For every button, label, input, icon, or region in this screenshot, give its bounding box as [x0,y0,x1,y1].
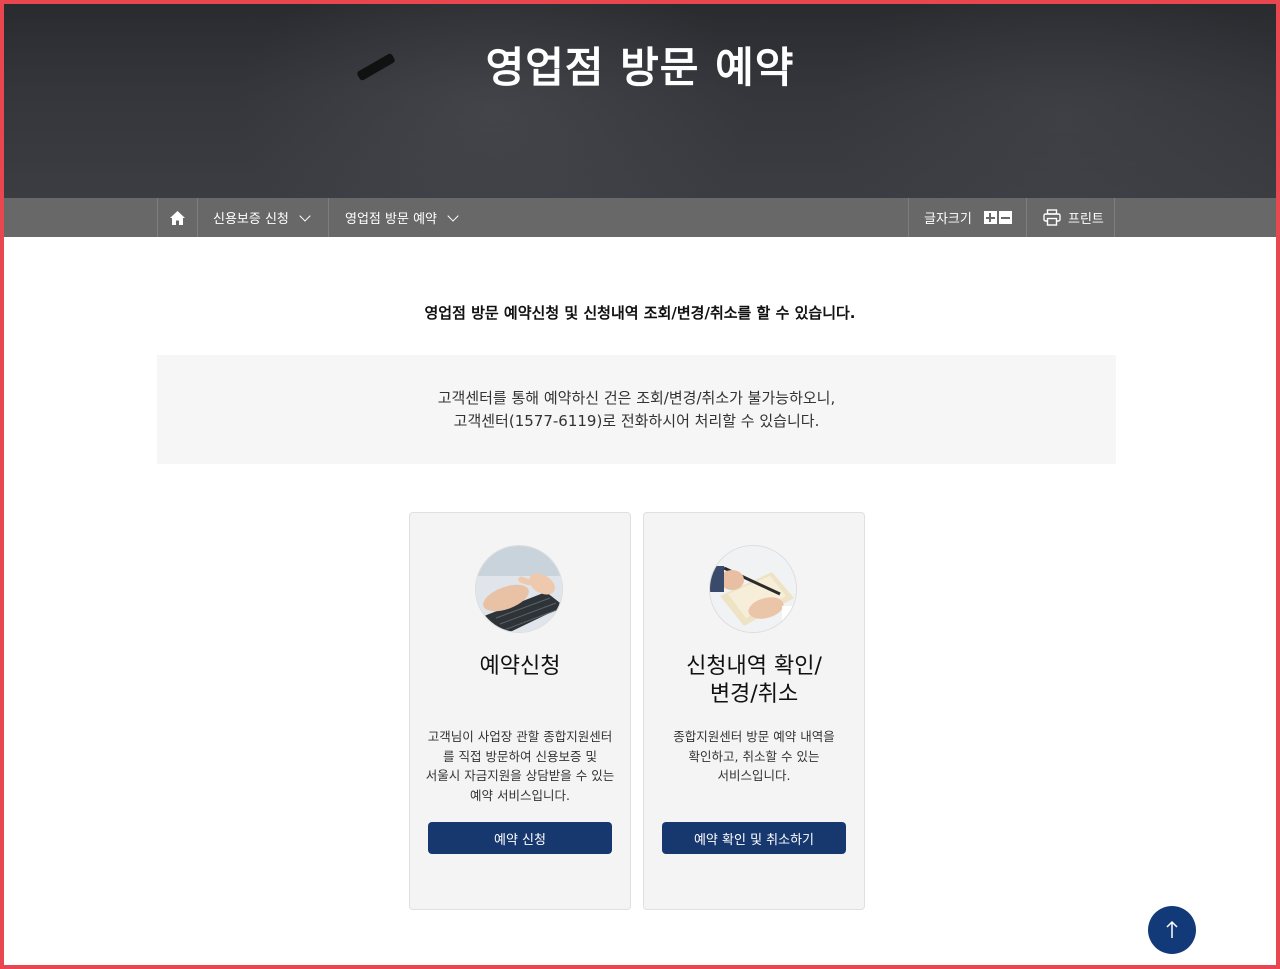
intro-text: 영업점 방문 예약신청 및 신청내역 조회/변경/취소를 할 수 있습니다. [424,304,856,322]
font-size-control: 글자크기 [908,198,1026,237]
print-button[interactable]: 프린트 [1026,198,1115,237]
hero-banner: 영업점 방문 예약 [4,4,1276,198]
card-title: 신청내역 확인/ 변경/취소 [686,654,822,707]
home-button[interactable] [157,198,197,237]
notice-line: 고객센터(1577-6119)로 전화하시어 처리할 수 있습니다. [453,412,820,430]
breadcrumb-dropdown-credit-guarantee[interactable]: 신용보증 신청 [197,198,328,237]
check-cancel-button[interactable]: 예약 확인 및 취소하기 [662,822,846,854]
arrow-up-icon [1166,920,1178,938]
breadcrumb-label: 영업점 방문 예약 [345,212,437,227]
typing-photo [475,545,563,633]
page-title: 영업점 방문 예약 [485,43,795,92]
writing-photo [709,545,797,633]
font-size-label: 글자크기 [924,212,972,227]
print-label: 프린트 [1068,212,1104,227]
notice-line: 고객센터를 통해 예약하신 건은 조회/변경/취소가 불가능하오니, [437,389,836,407]
breadcrumb-label: 신용보증 신청 [213,212,289,227]
scroll-to-top-button[interactable] [1148,906,1196,954]
reserve-button[interactable]: 예약 신청 [428,822,612,854]
location-bar: 신용보증 신청 영업점 방문 예약 글자크기 프린트 [4,198,1276,237]
home-icon [170,210,185,225]
notice-box: 고객센터를 통해 예약하신 건은 조회/변경/취소가 불가능하오니, 고객센터(… [157,355,1116,464]
reservation-card: 예약신청 고객님이 사업장 관할 종합지원센터 를 직접 방문하여 신용보증 및… [409,512,631,910]
card-description: 종합지원센터 방문 예약 내역을 확인하고, 취소할 수 있는 서비스입니다. [673,729,835,783]
chevron-down-icon [447,209,459,222]
card-title: 예약신청 [479,654,561,679]
reservation-check-card: 신청내역 확인/ 변경/취소 종합지원센터 방문 예약 내역을 확인하고, 취소… [643,512,865,910]
font-size-increase-icon[interactable] [983,211,997,224]
printer-icon [1043,209,1061,226]
font-size-decrease-icon[interactable] [998,211,1012,224]
breadcrumb-dropdown-branch-visit[interactable]: 영업점 방문 예약 [328,198,475,237]
breadcrumb: 신용보증 신청 영업점 방문 예약 글자크기 프린트 [157,198,1115,237]
card-description: 고객님이 사업장 관할 종합지원센터 를 직접 방문하여 신용보증 및 서울시 … [425,729,615,803]
chevron-down-icon [299,209,311,222]
